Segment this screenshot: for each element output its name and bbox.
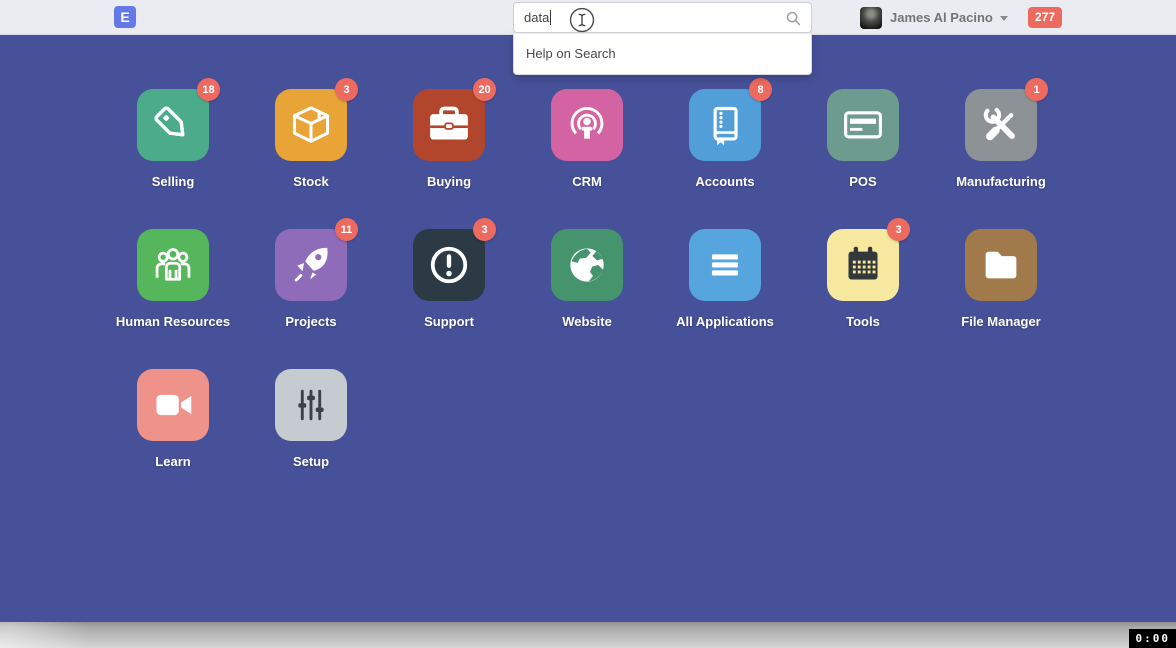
app-pos[interactable]: POS (794, 89, 932, 229)
app-label: Learn (155, 454, 190, 469)
app-label: All Applications (676, 314, 774, 329)
top-navbar: E data Help on Search James Al Pacino (0, 0, 1176, 35)
app-badge: 3 (335, 78, 358, 101)
app-label: Support (424, 314, 474, 329)
app-label: CRM (572, 174, 602, 189)
app-all-applications[interactable]: All Applications (656, 229, 794, 369)
folder-icon (972, 236, 1030, 294)
app-badge: 8 (749, 78, 772, 101)
search-input-value: data (524, 10, 549, 25)
app-badge: 1 (1025, 78, 1048, 101)
global-search: data Help on Search (513, 2, 812, 75)
app-badge: 20 (473, 78, 496, 101)
app-label: Human Resources (116, 314, 230, 329)
app-tile: 11 (275, 229, 347, 301)
app-badge: 11 (335, 218, 358, 241)
help-on-search-item[interactable]: Help on Search (514, 34, 811, 74)
app-crm[interactable]: CRM (518, 89, 656, 229)
app-file-manager[interactable]: File Manager (932, 229, 1070, 369)
app-tile: 3 (275, 89, 347, 161)
app-label: Projects (285, 314, 336, 329)
app-website[interactable]: Website (518, 229, 656, 369)
window-footer (0, 622, 1176, 648)
app-label: Stock (293, 174, 328, 189)
app-tile: 8 (689, 89, 761, 161)
user-avatar (860, 7, 882, 29)
app-stock[interactable]: 3 Stock (242, 89, 380, 229)
app-label: Setup (293, 454, 329, 469)
user-name: James Al Pacino (890, 10, 993, 25)
briefcase-icon (420, 96, 478, 154)
search-icon[interactable] (785, 10, 802, 27)
chevron-down-icon (1000, 16, 1008, 21)
text-caret (550, 10, 551, 25)
globe-icon (558, 236, 616, 294)
wrench-screwdriver-icon (972, 96, 1030, 154)
app-label: File Manager (961, 314, 1040, 329)
app-tile: 1 (965, 89, 1037, 161)
sliders-icon (282, 376, 340, 434)
app-projects[interactable]: 11 Projects (242, 229, 380, 369)
app-tile: 18 (137, 89, 209, 161)
user-menu[interactable]: James Al Pacino (860, 0, 1008, 35)
notification-count-badge[interactable]: 277 (1028, 7, 1062, 28)
app-label: Tools (846, 314, 880, 329)
app-badge: 3 (887, 218, 910, 241)
app-tile (965, 229, 1037, 301)
app-badge: 18 (197, 78, 220, 101)
app-buying[interactable]: 20 Buying (380, 89, 518, 229)
app-tile (137, 229, 209, 301)
video-camera-icon (144, 376, 202, 434)
tag-icon (144, 96, 202, 154)
search-input[interactable]: data (513, 2, 812, 33)
menu-icon (696, 236, 754, 294)
calendar-icon (834, 236, 892, 294)
app-label: POS (849, 174, 876, 189)
desktop-background: 18 Selling 3 Stock 20 Buying CRM 8 Accou… (0, 35, 1176, 622)
credit-card-icon (834, 96, 892, 154)
book-icon (696, 96, 754, 154)
mouse-ibeam-cursor-icon (568, 6, 596, 34)
app-grid: 18 Selling 3 Stock 20 Buying CRM 8 Accou… (104, 89, 1070, 509)
app-accounts[interactable]: 8 Accounts (656, 89, 794, 229)
app-label: Manufacturing (956, 174, 1046, 189)
app-manufacturing[interactable]: 1 Manufacturing (932, 89, 1070, 229)
app-tile (137, 369, 209, 441)
search-dropdown: Help on Search (513, 33, 812, 75)
app-label: Accounts (695, 174, 754, 189)
app-selling[interactable]: 18 Selling (104, 89, 242, 229)
app-label: Selling (152, 174, 195, 189)
exclamation-circle-icon (420, 236, 478, 294)
rocket-icon (282, 236, 340, 294)
podcast-person-icon (558, 96, 616, 154)
app-tile: 20 (413, 89, 485, 161)
app-badge: 3 (473, 218, 496, 241)
app-tile: 3 (413, 229, 485, 301)
app-tile (275, 369, 347, 441)
app-learn[interactable]: Learn (104, 369, 242, 509)
app-tile (551, 229, 623, 301)
app-tile (689, 229, 761, 301)
people-icon (144, 236, 202, 294)
app-setup[interactable]: Setup (242, 369, 380, 509)
app-tile (827, 89, 899, 161)
app-tile: 3 (827, 229, 899, 301)
app-tools[interactable]: 3 Tools (794, 229, 932, 369)
app-label: Buying (427, 174, 471, 189)
app-tile (551, 89, 623, 161)
app-support[interactable]: 3 Support (380, 229, 518, 369)
app-human-resources[interactable]: Human Resources (104, 229, 242, 369)
package-icon (282, 96, 340, 154)
app-logo[interactable]: E (114, 6, 136, 28)
video-timestamp: 0:00 (1129, 629, 1176, 648)
app-label: Website (562, 314, 612, 329)
